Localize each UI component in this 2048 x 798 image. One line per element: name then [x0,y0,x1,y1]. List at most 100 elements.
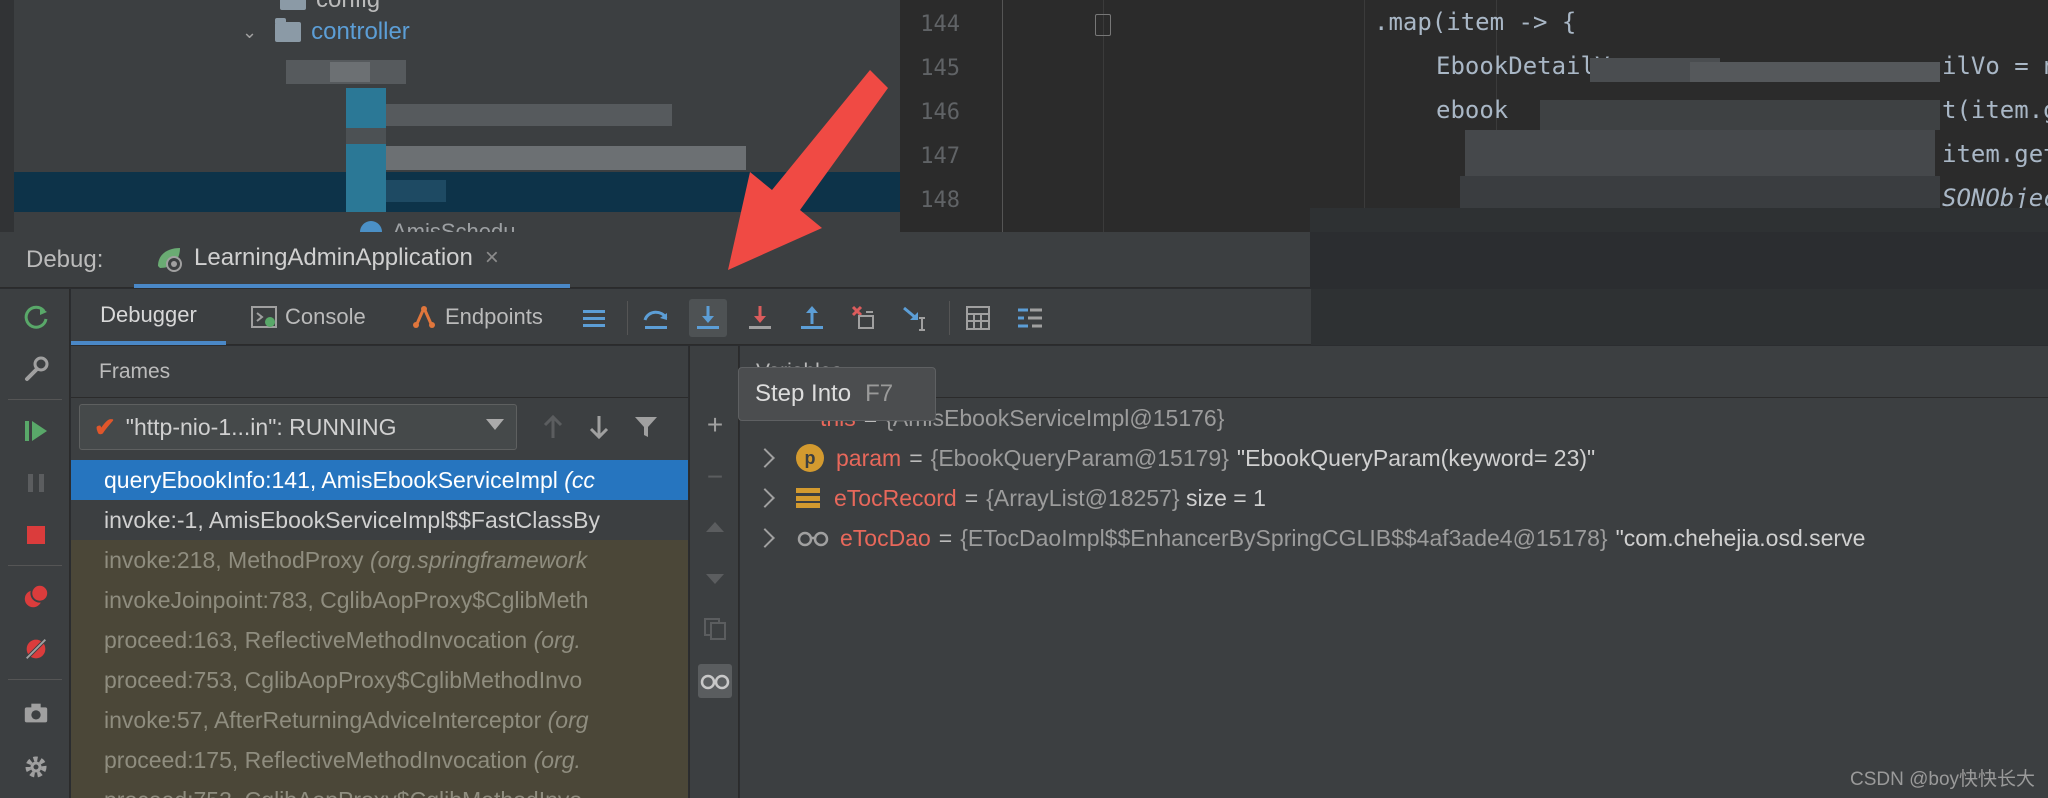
variable-row[interactable]: eTocDao = {ETocDaoImpl$$EnhancerBySpring… [740,518,1865,558]
folder-icon [280,0,306,10]
new-watch-button[interactable]: + [698,408,732,442]
view-breakpoints-icon[interactable] [22,583,50,611]
blurred-region [1690,62,1940,82]
variable-name: eTocRecord [834,484,957,511]
code-line-146[interactable]: ebook [1436,96,1508,124]
line-number: 144 [920,12,960,37]
code-line-144[interactable]: .map(item -> { [1374,8,1576,36]
rerun-icon[interactable] [22,303,50,331]
drop-frame-button[interactable] [845,299,883,337]
frame-package: (org [547,707,589,733]
camera-icon[interactable] [22,699,50,727]
show-watches-button[interactable] [698,664,732,698]
tree-item-label: controller [311,18,410,45]
move-watch-up-button[interactable] [698,510,732,544]
tree-item-scheduler[interactable]: AmisSchedu [360,216,516,232]
variable-type: {ETocDaoImpl$$EnhancerBySpringCGLIB$$4af… [960,524,1608,551]
frame-text: invoke:57, AfterReturningAdviceIntercept… [104,707,542,733]
frame-row[interactable]: invoke:-1, AmisEbookServiceImpl$$FastCla… [71,500,688,540]
frame-package: (org.springframework [369,547,588,573]
variable-row[interactable]: p param = {EbookQueryParam@15179} "Ebook… [740,438,1595,478]
frame-text: proceed:753, CglibAopProxy$CglibMethodIn… [104,787,582,798]
chevron-down-icon[interactable]: ⌄ [242,22,257,43]
tab-console[interactable]: Console [251,289,371,345]
class-icon [360,221,382,232]
tree-gutter [0,0,14,232]
code-editor[interactable]: 144 145 146 147 148 .map(item -> { Ebook… [900,0,2048,232]
tab-label: Debugger [100,302,197,327]
frame-row[interactable]: proceed:175, ReflectiveMethodInvocation … [71,740,688,780]
folder-icon [275,18,302,42]
frame-row[interactable]: proceed:753, CglibAopProxy$CglibMethodIn… [71,660,688,700]
frames-title: Frames [99,360,171,383]
code-line-147-tail: item.getId()); [1942,140,2048,168]
step-into-button[interactable] [689,299,727,337]
frame-row[interactable]: proceed:753, CglibAopProxy$CglibMethodIn… [71,780,688,798]
pause-icon[interactable] [22,469,50,497]
step-out-button[interactable] [793,299,831,337]
chevron-right-icon[interactable] [755,448,775,468]
evaluate-expression-button[interactable] [959,299,997,337]
step-over-button[interactable] [637,299,675,337]
chevron-right-icon[interactable] [755,528,775,548]
mute-breakpoints-icon[interactable] [22,635,50,663]
run-to-cursor-button[interactable] [897,299,935,337]
blurred-region [386,104,672,126]
tab-endpoints[interactable]: Endpoints [411,289,561,345]
blurred-region [1465,130,1935,180]
variable-type: {AmisEbookServiceImpl@15176} [885,404,1225,431]
force-step-into-icon [749,306,771,329]
frame-row[interactable]: proceed:163, ReflectiveMethodInvocation … [71,620,688,660]
settings-wrench-icon[interactable] [22,355,50,383]
thread-selector[interactable]: ✔ "http-nio-1...in": RUNNING [79,404,517,450]
tree-item-label: config [316,0,380,14]
divider [8,679,62,680]
filter-frames-button[interactable] [631,412,661,442]
toolbar-separator [949,301,950,335]
frame-row[interactable]: queryEbookInfo:141, AmisEbookServiceImpl… [71,460,688,500]
force-step-into-button[interactable] [741,299,779,337]
equals-sign: = [964,484,979,511]
fold-icon[interactable] [1095,14,1111,36]
step-into-tooltip: Step Into F7 [738,367,936,421]
frame-row[interactable]: invokeJoinpoint:783, CglibAopProxy$Cglib… [71,580,688,620]
trace-stream-button[interactable] [1011,299,1049,337]
variable-value: "EbookQueryParam(keyword= 23)" [1236,444,1596,471]
chevron-right-icon[interactable] [755,488,775,508]
variable-row[interactable]: eTocRecord = {ArrayList@18257} size = 1 [740,478,1266,518]
frame-row[interactable]: invoke:218, MethodProxy (org.springframe… [71,540,688,580]
blurred-region [386,180,446,202]
next-frame-button[interactable] [584,412,614,442]
duplicate-watch-button[interactable] [698,612,732,646]
remove-watch-button[interactable]: − [698,460,732,494]
divider [8,399,62,400]
stream-trace-icon [1018,308,1042,328]
gear-icon[interactable] [22,753,50,781]
tooltip-label: Step Into [755,380,852,407]
code-line-145[interactable]: EbookDetailV [1436,52,1609,80]
tab-debugger[interactable]: Debugger [71,289,226,345]
close-icon[interactable]: × [485,244,499,272]
stop-icon[interactable] [22,521,50,549]
layout-menu-button[interactable] [575,299,613,337]
resume-icon[interactable] [22,417,50,445]
debugger-toolbar: Debugger Console Endpoints [71,289,2048,345]
variable-type: {ArrayList@18257} [986,484,1180,511]
chevron-down-icon[interactable] [486,419,504,430]
tree-item-config[interactable]: config [280,0,380,16]
frame-text: invokeJoinpoint:783, CglibAopProxy$Cglib… [104,587,589,613]
tree-item-controller[interactable]: ⌄ controller [242,16,410,48]
variable-name: eTocDao [840,524,931,551]
equals-sign: = [938,524,953,551]
code-text: EbookDetailV [1436,52,1610,80]
gutter-divider [1002,0,1003,232]
debug-label: Debug: [26,246,104,273]
previous-frame-button[interactable] [538,412,568,442]
move-watch-down-button[interactable] [698,562,732,596]
debug-session-tab[interactable]: LearningAdminApplication × [134,232,570,288]
blurred-region [330,62,370,82]
frame-row[interactable]: invoke:57, AfterReturningAdviceIntercept… [71,700,688,740]
parameter-icon: p [796,444,824,472]
blurred-region [1310,232,2048,288]
variable-name: param [836,444,902,471]
